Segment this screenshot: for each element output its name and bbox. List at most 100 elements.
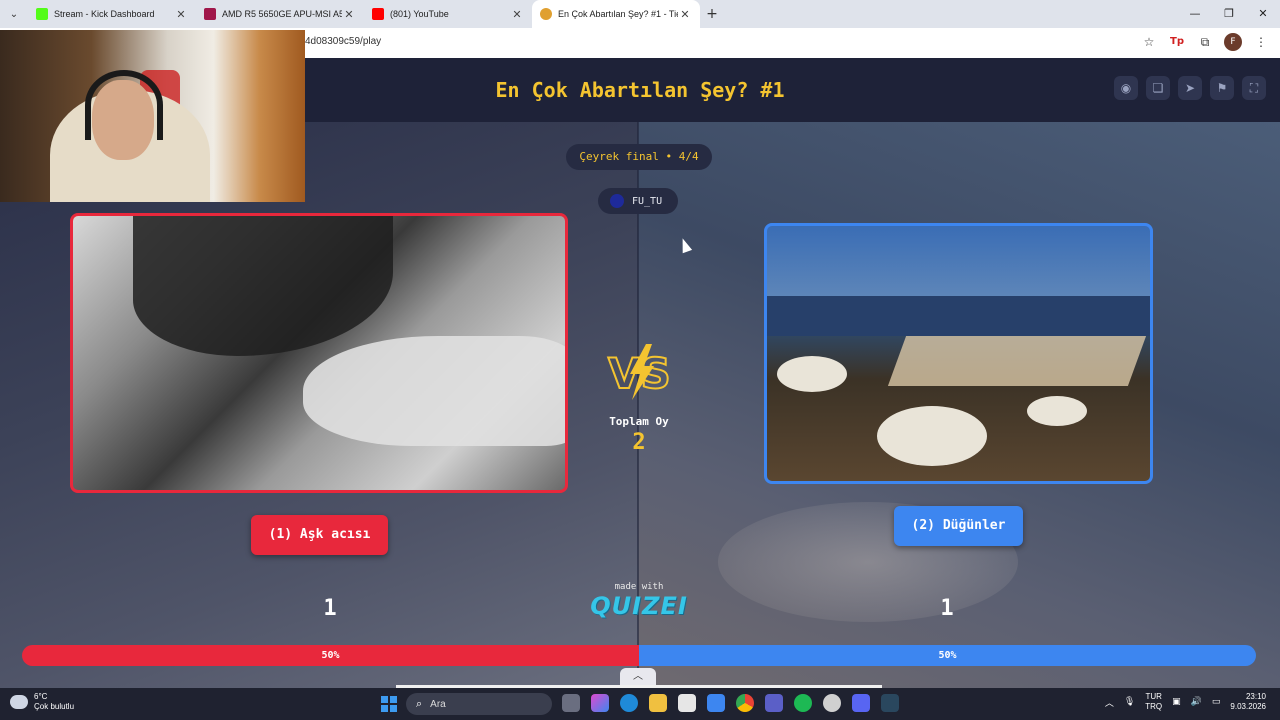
tab-title: (801) YouTube xyxy=(390,9,449,19)
youtube-icon xyxy=(372,8,384,20)
close-tab-icon[interactable]: ✕ xyxy=(342,8,356,21)
kick-icon xyxy=(36,8,48,20)
tray-expand-icon[interactable]: ︿ xyxy=(1105,696,1114,709)
file-explorer-icon[interactable] xyxy=(649,694,667,712)
image-shape xyxy=(1027,396,1087,426)
option-2-percent-bar: 50% xyxy=(639,645,1256,666)
option-1-vote-count: 1 xyxy=(323,596,337,621)
url-text[interactable]: 4d08309c59/play xyxy=(305,36,381,47)
username: FU_TU xyxy=(632,195,663,207)
toolbar-icons: ☆ Tp ⧉ F ⋮ xyxy=(1140,33,1270,51)
edge-icon[interactable] xyxy=(620,694,638,712)
weather-widget[interactable]: 6°C Çok bulutlu xyxy=(10,692,74,712)
task-view-icon[interactable] xyxy=(562,694,580,712)
option-1-image[interactable] xyxy=(70,213,568,493)
bookmark-star-icon[interactable]: ☆ xyxy=(1140,33,1158,51)
profile-avatar[interactable]: F xyxy=(1224,33,1242,51)
close-window-icon[interactable]: ✕ xyxy=(1246,0,1280,28)
windows-taskbar: 6°C Çok bulutlu ⌕ Ara ︿ 🎙 TUR TRQ ▣ 🔊 ▭ xyxy=(0,688,1280,720)
close-tab-icon[interactable]: ✕ xyxy=(510,8,524,21)
microphone-icon[interactable]: 🎙 xyxy=(1124,697,1135,707)
network-icon[interactable]: ▣ xyxy=(1172,697,1181,707)
tab-search-chevron-icon[interactable]: ⌄ xyxy=(0,0,28,28)
browser-tab-youtube[interactable]: (801) YouTube ✕ xyxy=(364,0,532,28)
round-indicator: Çeyrek final • 4/4 xyxy=(566,144,712,170)
close-tab-icon[interactable]: ✕ xyxy=(678,8,692,21)
extensions-icon[interactable]: ⧉ xyxy=(1196,33,1214,51)
lang-secondary: TRQ xyxy=(1145,702,1163,711)
lang-primary: TUR xyxy=(1145,692,1162,701)
image-shape xyxy=(777,356,847,392)
extension-tp-icon[interactable]: Tp xyxy=(1168,33,1186,51)
vs-lightning-icon: VS xyxy=(607,344,672,400)
user-avatar xyxy=(610,194,624,208)
spotify-icon[interactable] xyxy=(794,694,812,712)
image-shape xyxy=(887,336,1147,386)
system-tray: ︿ 🎙 TUR TRQ ▣ 🔊 ▭ 23:10 9.03.2026 xyxy=(1105,692,1266,712)
menu-kebab-icon[interactable]: ⋮ xyxy=(1252,33,1270,51)
shop-icon xyxy=(204,8,216,20)
webcam-overlay xyxy=(0,30,305,202)
image-shape xyxy=(767,296,1150,336)
cam-shape xyxy=(85,70,163,140)
new-tab-icon[interactable]: + xyxy=(700,6,724,22)
quiz-title: En Çok Abartılan Şey? #1 xyxy=(495,78,785,102)
discord-icon[interactable] xyxy=(852,694,870,712)
browser-tab-quiz[interactable]: En Çok Abartılan Şey? #1 - Tier ✕ xyxy=(532,0,700,28)
mail-icon[interactable] xyxy=(707,694,725,712)
header-actions: ◉ ❏ ➤ ⚑ ⛶ xyxy=(1114,76,1266,100)
browser-tab-bar: ⌄ Stream - Kick Dashboard ✕ AMD R5 5650G… xyxy=(0,0,1280,28)
fullscreen-icon[interactable]: ⛶ xyxy=(1242,76,1266,100)
window-controls: — ❐ ✕ xyxy=(1178,0,1280,28)
flag-icon[interactable]: ⚑ xyxy=(1210,76,1234,100)
cloud-icon xyxy=(10,695,28,709)
steam-icon[interactable] xyxy=(881,694,899,712)
search-icon: ⌕ xyxy=(416,697,423,710)
option-2-image[interactable] xyxy=(764,223,1153,484)
store-icon[interactable] xyxy=(678,694,696,712)
image-shape xyxy=(877,406,987,466)
browser-tab-kick[interactable]: Stream - Kick Dashboard ✕ xyxy=(28,0,196,28)
quizei-logo[interactable]: QUIZEI xyxy=(580,592,698,620)
tab-title: AMD R5 5650GE APU-MSI A52( xyxy=(222,9,342,19)
app-icon[interactable] xyxy=(823,694,841,712)
option-1-percent-bar: 50% xyxy=(22,645,639,666)
eye-icon[interactable]: ◉ xyxy=(1114,76,1138,100)
search-placeholder: Ara xyxy=(430,698,446,710)
vote-option-2-button[interactable]: (2) Düğünler xyxy=(894,506,1023,546)
image-shape xyxy=(303,336,565,446)
copy-icon[interactable]: ❏ xyxy=(1146,76,1170,100)
taskbar-apps xyxy=(562,694,899,712)
tab-title: En Çok Abartılan Şey? #1 - Tier xyxy=(558,9,678,19)
vote-option-1-button[interactable]: (1) Aşk acısı xyxy=(251,515,388,555)
minimize-icon[interactable]: — xyxy=(1178,0,1212,28)
chevron-up-icon[interactable]: ︿ xyxy=(620,668,656,686)
tab-title: Stream - Kick Dashboard xyxy=(54,9,155,19)
weather-text: 6°C Çok bulutlu xyxy=(34,692,74,712)
battery-icon[interactable]: ▭ xyxy=(1212,697,1221,707)
close-tab-icon[interactable]: ✕ xyxy=(174,8,188,21)
date-text: 9.03.2026 xyxy=(1230,702,1266,711)
copilot-icon[interactable] xyxy=(591,694,609,712)
image-shape xyxy=(133,216,393,356)
windows-start-icon[interactable] xyxy=(381,696,397,712)
teams-icon[interactable] xyxy=(765,694,783,712)
vote-progress-bar: 50% 50% xyxy=(22,645,1256,666)
share-icon[interactable]: ➤ xyxy=(1178,76,1202,100)
total-votes-value: 2 xyxy=(632,430,646,455)
clock[interactable]: 23:10 9.03.2026 xyxy=(1230,692,1266,712)
quiz-icon xyxy=(540,8,552,20)
weather-desc: Çok bulutlu xyxy=(34,702,75,711)
taskbar-search[interactable]: ⌕ Ara xyxy=(406,693,552,715)
user-badge: FU_TU xyxy=(598,188,678,214)
volume-icon[interactable]: 🔊 xyxy=(1191,697,1202,707)
weather-temp: 6°C xyxy=(34,692,48,701)
time-text: 23:10 xyxy=(1245,692,1266,701)
restore-icon[interactable]: ❐ xyxy=(1212,0,1246,28)
made-with-label: made with xyxy=(614,582,664,592)
language-indicator[interactable]: TUR TRQ xyxy=(1145,692,1162,712)
total-votes-label: Toplam Oy xyxy=(609,415,669,428)
option-2-vote-count: 1 xyxy=(940,596,954,621)
chrome-icon[interactable] xyxy=(736,694,754,712)
browser-tab-amd[interactable]: AMD R5 5650GE APU-MSI A52( ✕ xyxy=(196,0,364,28)
